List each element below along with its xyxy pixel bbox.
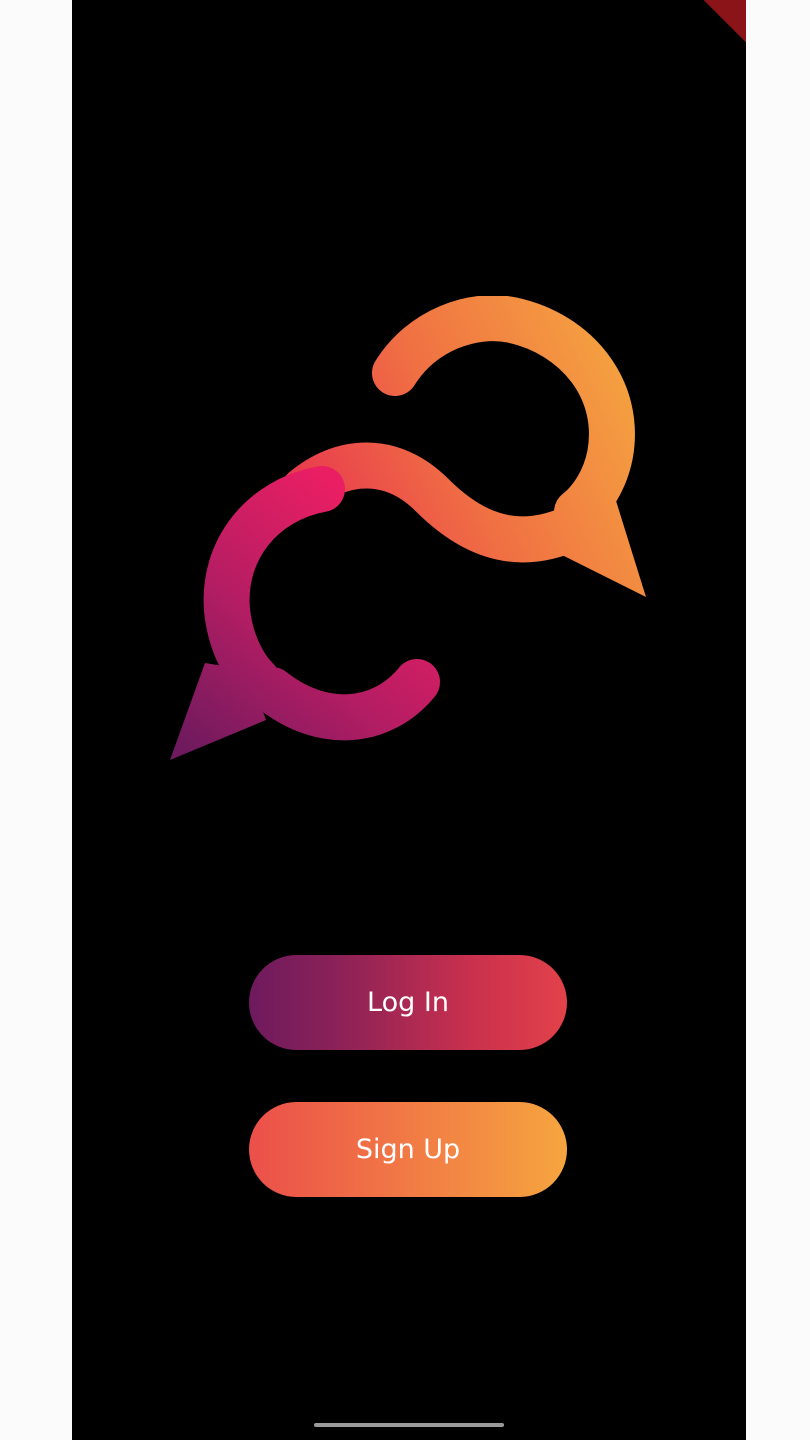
login-button[interactable]: Log In — [249, 955, 567, 1050]
bottom-bubble-shape — [170, 466, 440, 760]
top-bubble-shape — [281, 296, 646, 597]
signup-button[interactable]: Sign Up — [249, 1102, 567, 1197]
debug-banner — [703, 0, 746, 43]
app-screen: Log In Sign Up — [72, 0, 746, 1440]
home-indicator[interactable] — [314, 1423, 504, 1427]
page: Log In Sign Up — [0, 0, 810, 1440]
chat-bubbles-logo-icon — [170, 296, 646, 760]
